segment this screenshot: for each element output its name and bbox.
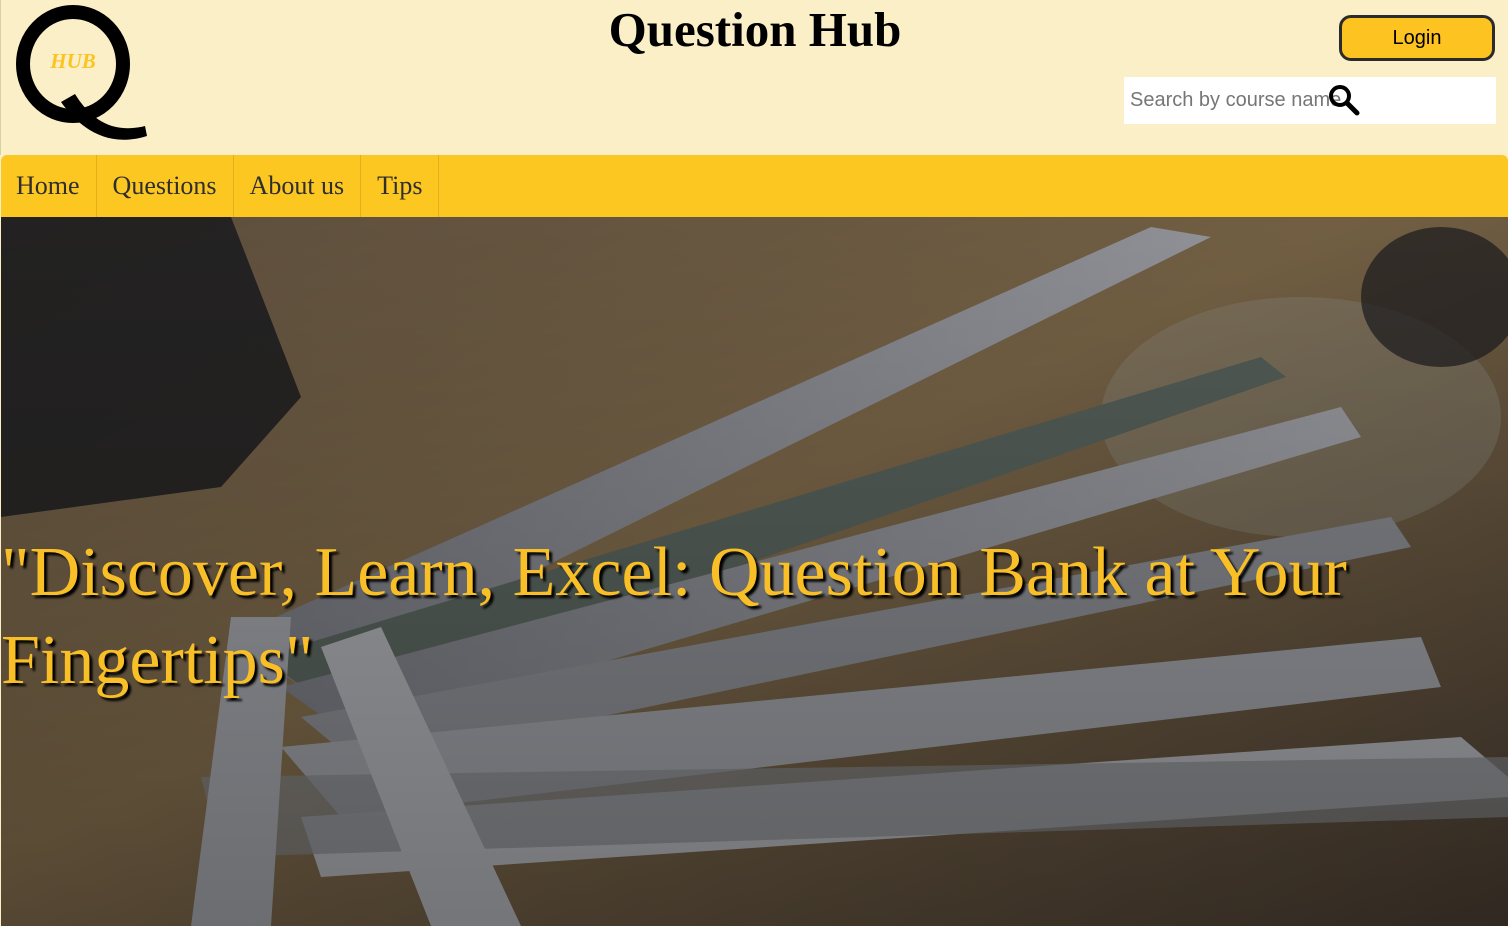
nav-item-about-us[interactable]: About us [234,155,362,217]
nav-item-home[interactable]: Home [1,155,97,217]
search-box [1124,77,1496,124]
page-title: Question Hub [608,2,902,57]
site-header: HUB Question Hub Login [0,0,1508,155]
nav-item-questions[interactable]: Questions [97,155,234,217]
search-input[interactable] [1124,77,1444,124]
nav-item-tips[interactable]: Tips [361,155,440,217]
login-button[interactable]: Login [1339,15,1495,61]
hero-banner: "Discover, Learn, Excel: Question Bank a… [1,217,1508,926]
main-nav: Home Questions About us Tips [1,155,1508,217]
hero-tagline: "Discover, Learn, Excel: Question Bank a… [1,534,1347,699]
search-icon[interactable] [1327,83,1361,117]
